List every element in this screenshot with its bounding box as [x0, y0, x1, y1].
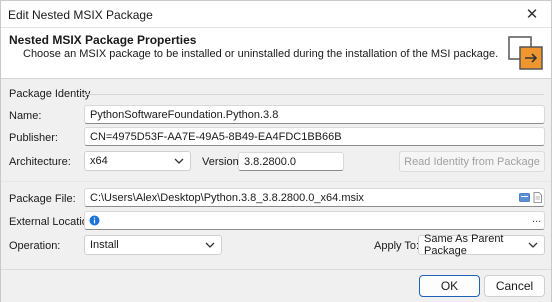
name-field[interactable]: PythonSoftwareFoundation.Python.3.8	[84, 105, 545, 124]
package-file-field[interactable]: C:\Users\Alex\Desktop\Python.3.8_3.8.280…	[84, 188, 545, 207]
operation-value: Install	[90, 239, 119, 251]
section-divider	[1, 181, 551, 182]
apply-to-select[interactable]: Same As Parent Package	[418, 233, 545, 257]
dialog-header: Nested MSIX Package Properties Choose an…	[1, 27, 551, 79]
chevron-down-icon	[205, 242, 215, 248]
external-location-browse-button[interactable]: ...	[532, 213, 541, 225]
group-divider	[81, 94, 544, 95]
header-title: Nested MSIX Package Properties	[9, 33, 197, 47]
architecture-select[interactable]: x64	[84, 151, 191, 171]
package-file-value: C:\Users\Alex\Desktop\Python.3.8_3.8.280…	[90, 191, 364, 204]
info-icon	[89, 215, 100, 226]
architecture-value: x64	[90, 155, 108, 167]
chevron-down-icon	[528, 242, 538, 248]
edit-nested-msix-dialog: Edit Nested MSIX Package ✕ Nested MSIX P…	[0, 0, 552, 302]
header-description: Choose an MSIX package to be installed o…	[23, 48, 499, 60]
operation-label: Operation:	[9, 240, 61, 252]
operation-select[interactable]: Install	[84, 235, 222, 255]
architecture-label: Architecture:	[9, 156, 71, 168]
package-file-label: Package File:	[9, 193, 76, 205]
package-copy-icon	[508, 36, 543, 70]
window-title: Edit Nested MSIX Package	[8, 8, 153, 22]
version-label: Version:	[202, 156, 242, 168]
close-icon[interactable]: ✕	[517, 3, 547, 25]
ok-button[interactable]: OK	[419, 275, 480, 297]
external-location-field[interactable]	[84, 211, 545, 230]
cancel-button[interactable]: Cancel	[484, 275, 545, 297]
version-field[interactable]: 3.8.2800.0	[238, 152, 344, 171]
read-identity-button[interactable]: Read Identity from Package	[399, 151, 545, 172]
browse-folder-icon[interactable]	[519, 192, 530, 203]
name-label: Name:	[9, 110, 42, 122]
dialog-footer: OK Cancel	[1, 269, 551, 302]
chevron-down-icon	[174, 158, 184, 164]
publisher-field[interactable]: CN=4975D53F-AA7E-49A5-8B49-EA4FDC1BB66B	[84, 127, 545, 146]
publisher-label: Publisher:	[9, 132, 58, 144]
apply-to-label: Apply To:	[374, 240, 420, 252]
title-bar: Edit Nested MSIX Package ✕	[1, 1, 551, 27]
apply-to-value: Same As Parent Package	[424, 233, 504, 257]
package-identity-group-label: Package Identity	[9, 88, 91, 100]
document-icon[interactable]	[532, 192, 543, 203]
